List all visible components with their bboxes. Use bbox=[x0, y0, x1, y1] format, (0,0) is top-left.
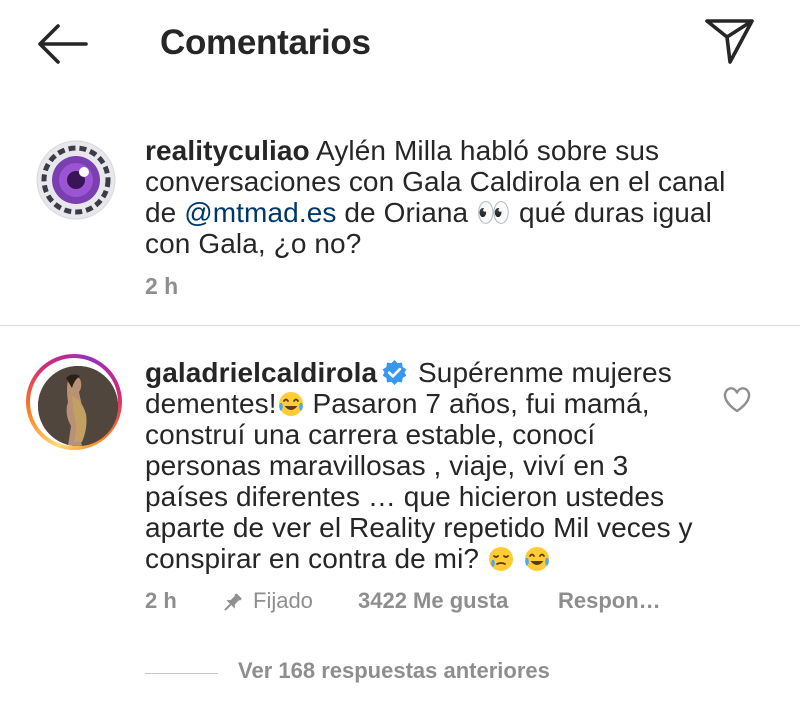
username[interactable]: realityculiao bbox=[145, 135, 310, 166]
pinned-label: Fijado bbox=[253, 588, 313, 613]
like-button[interactable] bbox=[721, 384, 753, 414]
comment-text: galadrielcaldirola Supérenme mujeres dem… bbox=[145, 357, 705, 574]
timestamp: 2 h bbox=[145, 588, 177, 613]
username[interactable]: galadrielcaldirola bbox=[145, 357, 377, 388]
avatar bbox=[38, 366, 118, 446]
mention-link[interactable]: @mtmad.es bbox=[184, 197, 336, 228]
eye-logo-icon bbox=[36, 140, 116, 220]
arrow-left-icon bbox=[38, 24, 88, 64]
caption-comment: realityculiao Aylén Milla habló sobre su… bbox=[0, 120, 800, 325]
caption-text: realityculiao Aylén Milla habló sobre su… bbox=[145, 135, 745, 259]
tears-of-joy-emoji-icon bbox=[278, 392, 303, 416]
comment-meta: 2 h Fijado 3422 Me gusta Respon… bbox=[145, 588, 745, 618]
view-replies-label[interactable]: Ver 168 respuestas anteriores bbox=[238, 658, 550, 684]
comment-item: galadrielcaldirola Supérenme mujeres dem… bbox=[0, 326, 800, 708]
heart-outline-icon bbox=[723, 387, 751, 413]
paper-plane-icon bbox=[705, 19, 754, 64]
back-button[interactable] bbox=[34, 22, 90, 66]
likes-count[interactable]: 3422 Me gusta bbox=[358, 588, 508, 614]
sleepy-face-emoji-icon bbox=[488, 547, 513, 571]
page-title: Comentarios bbox=[160, 23, 371, 62]
pin-icon bbox=[224, 593, 242, 611]
timestamp: 2 h bbox=[145, 273, 179, 299]
tears-of-joy-emoji-icon bbox=[524, 547, 549, 571]
header-bar: Comentarios bbox=[0, 0, 800, 90]
view-replies[interactable]: Ver 168 respuestas anteriores bbox=[0, 656, 800, 696]
reply-button[interactable]: Respon… bbox=[558, 588, 661, 614]
verified-badge-icon bbox=[382, 359, 407, 386]
avatar[interactable] bbox=[36, 140, 116, 220]
profile-photo bbox=[38, 366, 118, 446]
send-button[interactable] bbox=[700, 14, 760, 66]
story-ring[interactable] bbox=[26, 354, 122, 450]
replies-line bbox=[145, 673, 218, 674]
